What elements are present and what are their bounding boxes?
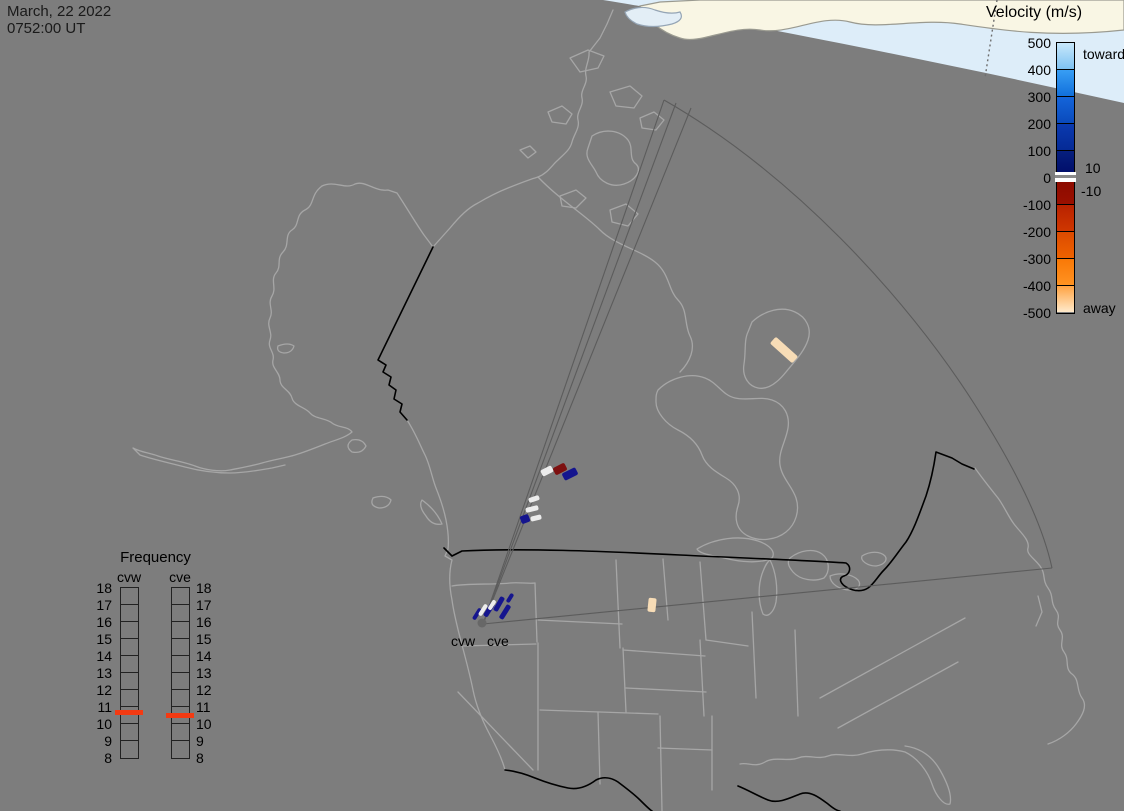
velocity-colorbar-segment: [1057, 232, 1074, 259]
tick-label: 8: [196, 750, 226, 767]
frequency-bar-cell: [172, 673, 189, 690]
tick-label: 11: [196, 699, 226, 716]
velocity-zero-band: [1055, 172, 1076, 182]
velocity-echo-white: [540, 465, 554, 477]
tick-label: 9: [196, 733, 226, 750]
radar-site-dot: [478, 619, 487, 628]
tick-label: 9: [82, 733, 112, 750]
frequency-bar-cvw: [120, 587, 139, 759]
echo-layer: [472, 337, 798, 621]
tick-label: 400: [999, 57, 1051, 84]
frequency-bar-cell: [121, 690, 138, 707]
velocity-echo-white: [530, 514, 542, 522]
tick-label: 10: [196, 716, 226, 733]
toward-label: toward: [1083, 46, 1124, 62]
velocity-echo-navy: [499, 604, 512, 620]
tick-label: 0: [999, 165, 1051, 192]
map-svg: [0, 0, 1124, 811]
country-borders: [378, 247, 974, 811]
velocity-colorbar-segment: [1057, 43, 1074, 70]
frequency-bar-cell: [172, 605, 189, 622]
tick-label: 15: [196, 631, 226, 648]
tick-label: 200: [999, 111, 1051, 138]
velocity-echo-navy: [506, 593, 515, 604]
frequency-tick-labels-right: 18171615141312111098: [196, 580, 226, 767]
frequency-bar-cell: [121, 741, 138, 758]
velocity-echo-peach: [647, 598, 656, 613]
velocity-colorbar-segment: [1057, 124, 1074, 151]
fov-beam-line: [483, 103, 676, 624]
velocity-colorbar-segment: [1057, 205, 1074, 232]
velocity-colorbar-segment: [1057, 178, 1074, 205]
tick-label: -300: [999, 246, 1051, 273]
tick-label: 16: [82, 614, 112, 631]
tick-label: 12: [196, 682, 226, 699]
map-label-cvw: cvw: [451, 633, 475, 649]
velocity-colorbar-segment: [1057, 97, 1074, 124]
tick-label: 12: [82, 682, 112, 699]
threshold-plus10-label: 10: [1085, 160, 1101, 176]
velocity-echo-peach: [770, 337, 798, 364]
velocity-legend-title: Velocity (m/s): [986, 4, 1124, 22]
frequency-col-cve: cve: [165, 569, 195, 585]
frequency-bar-cell: [172, 622, 189, 639]
frequency-bar-cell: [121, 639, 138, 656]
radar-map-plot: March, 22 20220752:00 UT Velocity (m/s) …: [0, 0, 1124, 811]
frequency-bar-cell: [121, 656, 138, 673]
tick-label: 500: [999, 30, 1051, 57]
date-text: March, 22 2022: [7, 3, 111, 20]
tick-label: -500: [999, 300, 1051, 327]
tick-label: 10: [82, 716, 112, 733]
tick-label: 13: [82, 665, 112, 682]
frequency-legend-title: Frequency: [103, 549, 208, 566]
tick-label: 300: [999, 84, 1051, 111]
tick-label: 14: [196, 648, 226, 665]
frequency-marker-cve: [166, 713, 194, 718]
tick-label: 18: [196, 580, 226, 597]
tick-label: 11: [82, 699, 112, 716]
velocity-colorbar-segment: [1057, 70, 1074, 97]
frequency-bar-cell: [172, 741, 189, 758]
frequency-tick-labels-left: 18171615141312111098: [82, 580, 112, 767]
frequency-bar-cell: [121, 605, 138, 622]
fov-left-edge: [483, 100, 664, 624]
tick-label: 16: [196, 614, 226, 631]
frequency-bar-cell: [172, 724, 189, 741]
tick-label: -200: [999, 219, 1051, 246]
tick-label: 18: [82, 580, 112, 597]
tick-label: -400: [999, 273, 1051, 300]
velocity-tick-labels: 5004003002001000-100-200-300-400-500: [999, 30, 1051, 327]
tick-label: -100: [999, 192, 1051, 219]
frequency-bar-cell: [121, 673, 138, 690]
tick-label: 100: [999, 138, 1051, 165]
frequency-bar-cell: [121, 622, 138, 639]
tick-label: 17: [196, 597, 226, 614]
velocity-colorbar-segment: [1057, 286, 1074, 312]
datetime-label: March, 22 20220752:00 UT: [7, 3, 111, 37]
away-label: away: [1083, 300, 1116, 316]
tick-label: 14: [82, 648, 112, 665]
frequency-bar-cell: [172, 656, 189, 673]
map-label-cve: cve: [487, 633, 509, 649]
frequency-col-cvw: cvw: [114, 569, 144, 585]
frequency-bar-cell: [121, 588, 138, 605]
tick-label: 17: [82, 597, 112, 614]
velocity-colorbar-segment: [1057, 259, 1074, 286]
frequency-marker-cvw: [115, 710, 143, 715]
frequency-bar-cve: [171, 587, 190, 759]
tick-label: 15: [82, 631, 112, 648]
coastlines: [133, 10, 1084, 811]
frequency-bar-cell: [121, 724, 138, 741]
frequency-bar-cell: [172, 639, 189, 656]
fov-outer-arc: [664, 100, 1052, 568]
tick-label: 8: [82, 750, 112, 767]
time-text: 0752:00 UT: [7, 20, 85, 37]
frequency-bar-cell: [172, 588, 189, 605]
tick-label: 13: [196, 665, 226, 682]
frequency-bar-cell: [172, 690, 189, 707]
threshold-minus10-label: -10: [1081, 183, 1101, 199]
